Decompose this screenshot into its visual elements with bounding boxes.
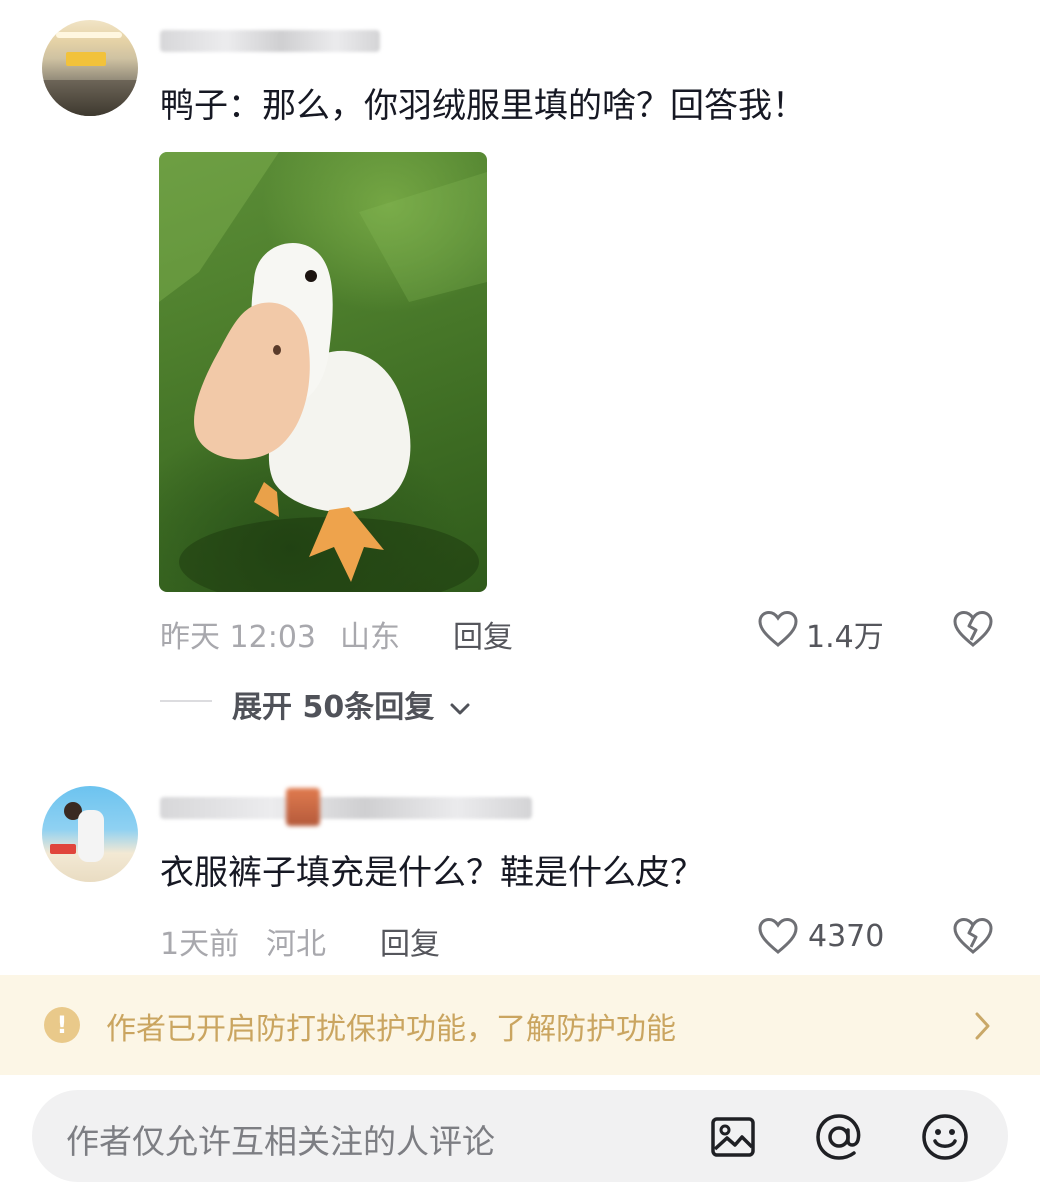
like-heart-icon[interactable] <box>757 917 799 955</box>
emoji-icon[interactable] <box>918 1110 972 1164</box>
username-blurred[interactable] <box>160 30 380 52</box>
image-icon[interactable] <box>709 1113 757 1161</box>
chevron-right-icon[interactable] <box>972 1010 994 1042</box>
reply-button[interactable]: 回复 <box>453 612 513 656</box>
comment-location: 河北 <box>266 927 326 962</box>
like-heart-icon[interactable] <box>757 610 799 648</box>
comment-location: 山东 <box>340 620 400 655</box>
comment-time: 昨天 12:03 <box>160 620 316 655</box>
avatar[interactable] <box>42 20 138 116</box>
expand-divider <box>160 700 212 702</box>
at-mention-icon[interactable] <box>812 1110 866 1164</box>
avatar[interactable] <box>42 786 138 882</box>
like-count: 4370 <box>808 919 885 954</box>
comment-image-duck[interactable] <box>159 152 487 592</box>
expand-replies-button[interactable]: 展开 50条回复 <box>232 682 471 726</box>
comment-text: 鸭子：那么，你羽绒服里填的啥？回答我！ <box>160 86 806 126</box>
dislike-broken-heart-icon[interactable] <box>952 610 994 648</box>
notice-text[interactable]: 作者已开启防打扰保护功能，了解防护功能 <box>106 1004 676 1048</box>
comment-input-placeholder[interactable]: 作者仅允许互相关注的人评论 <box>66 1115 495 1163</box>
dislike-broken-heart-icon[interactable] <box>952 917 994 955</box>
username-emoji-blurred <box>286 788 320 826</box>
username-blurred[interactable] <box>160 797 532 819</box>
comment-text: 衣服裤子填充是什么？鞋是什么皮？ <box>160 853 704 893</box>
chevron-down-icon <box>450 703 470 714</box>
expand-replies-label: 展开 50条回复 <box>232 690 435 725</box>
reply-button[interactable]: 回复 <box>380 919 440 963</box>
like-count: 1.4万 <box>806 620 884 655</box>
comment-time: 1天前 <box>160 927 240 962</box>
warning-icon: ! <box>44 1007 80 1043</box>
